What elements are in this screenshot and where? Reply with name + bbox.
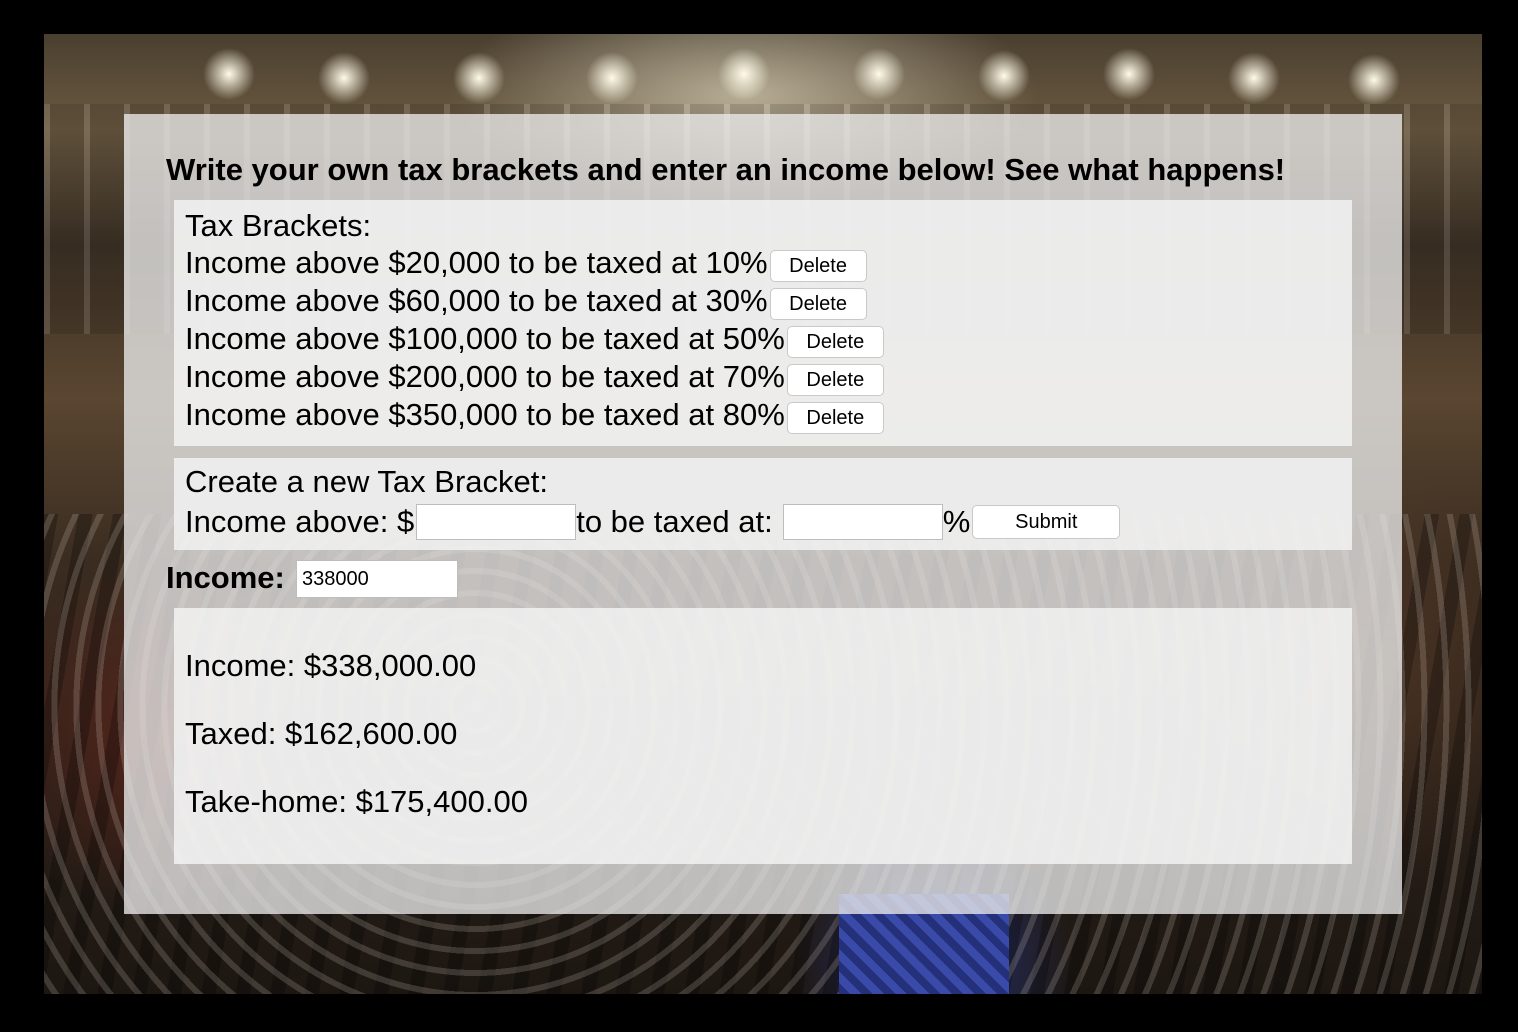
- bracket-text: Income above $60,000 to be taxed at 30%: [185, 283, 768, 318]
- bracket-text: Income above $350,000 to be taxed at 80%: [185, 397, 785, 432]
- bracket-row: Income above $60,000 to be taxed at 30% …: [185, 282, 867, 320]
- income-input[interactable]: [296, 560, 458, 598]
- delete-bracket-button[interactable]: Delete: [786, 402, 884, 434]
- taxed-at-label: to be taxed at:: [576, 504, 773, 539]
- percent-sign: %: [942, 504, 971, 539]
- bracket-text: Income above $20,000 to be taxed at 10%: [185, 245, 768, 280]
- result-income: Income: $338,000.00: [185, 648, 477, 683]
- bracket-text: Income above $100,000 to be taxed at 50%: [185, 321, 785, 356]
- page-headline: Write your own tax brackets and enter an…: [166, 152, 1286, 187]
- bracket-rate-input[interactable]: [782, 504, 943, 540]
- create-bracket-title: Create a new Tax Bracket:: [185, 464, 548, 499]
- create-bracket-panel: Create a new Tax Bracket: Income above: …: [174, 458, 1352, 550]
- bracket-text: Income above $200,000 to be taxed at 70%: [185, 359, 785, 394]
- income-above-label: Income above: $: [185, 504, 415, 539]
- delete-bracket-button[interactable]: Delete: [786, 326, 884, 358]
- bracket-amount-input[interactable]: [416, 504, 577, 540]
- submit-bracket-button[interactable]: Submit: [972, 505, 1121, 539]
- tax-brackets-title: Tax Brackets:: [185, 208, 372, 243]
- result-taxed: Taxed: $162,600.00: [185, 716, 458, 751]
- income-label: Income:: [166, 560, 285, 595]
- results-panel: Income: $338,000.00 Taxed: $162,600.00 T…: [174, 608, 1352, 864]
- create-bracket-form: Income above: $ to be taxed at: % Submit: [185, 502, 1121, 542]
- bracket-row: Income above $100,000 to be taxed at 50%…: [185, 320, 884, 358]
- bracket-row: Income above $20,000 to be taxed at 10% …: [185, 244, 867, 282]
- delete-bracket-button[interactable]: Delete: [786, 364, 884, 396]
- bracket-row: Income above $200,000 to be taxed at 70%…: [185, 358, 884, 396]
- result-take-home: Take-home: $175,400.00: [185, 784, 528, 819]
- delete-bracket-button[interactable]: Delete: [769, 250, 867, 282]
- bracket-row: Income above $350,000 to be taxed at 80%…: [185, 396, 884, 434]
- ceiling-lights: [44, 34, 1482, 104]
- delete-bracket-button[interactable]: Delete: [769, 288, 867, 320]
- calculator-container: Write your own tax brackets and enter an…: [124, 114, 1402, 914]
- tax-brackets-panel: Tax Brackets: Income above $20,000 to be…: [174, 200, 1352, 446]
